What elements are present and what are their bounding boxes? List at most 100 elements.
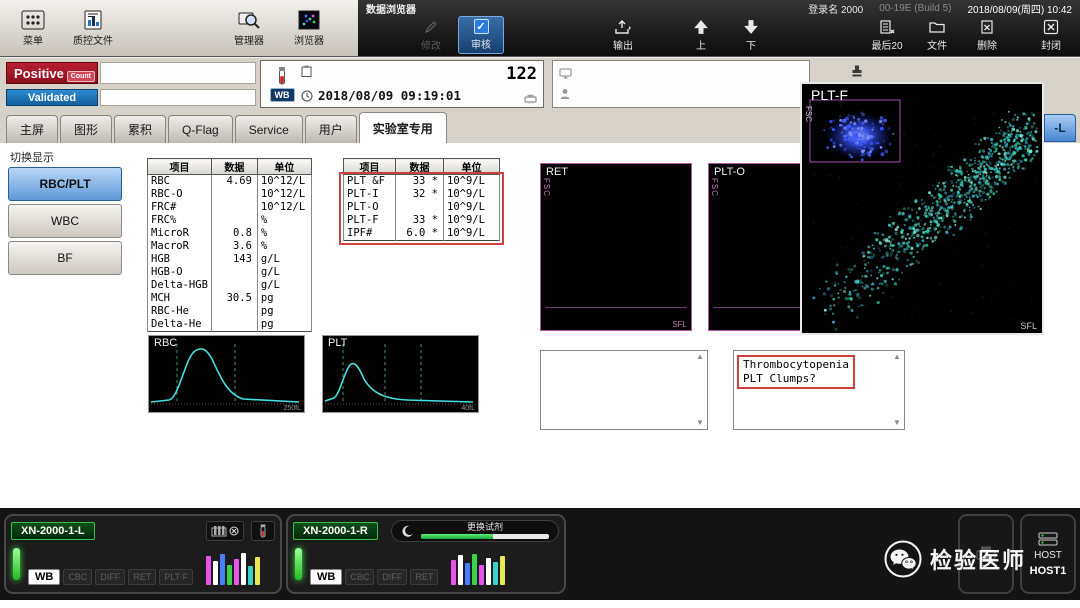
reagent-bar: [241, 553, 246, 585]
action-toolbar: 修改 ✓ 审核 输出 上 下: [358, 16, 1080, 56]
down-button[interactable]: 下: [728, 16, 774, 54]
last20-button[interactable]: 最后20: [864, 16, 910, 54]
scroll-down-icon[interactable]: ▼: [694, 418, 706, 428]
review-button[interactable]: ✓ 审核: [458, 16, 504, 54]
reagent-bar: [472, 554, 477, 585]
rbc-histogram[interactable]: RBC 250fL: [148, 335, 305, 413]
qc-file-icon: [81, 10, 105, 30]
modify-label: 修改: [421, 37, 441, 52]
sample-mode-badge: WB: [270, 88, 295, 102]
login-name: 登录名 2000: [808, 1, 863, 16]
reagent-level-bars: [206, 551, 260, 585]
reagent-bar: [234, 559, 239, 585]
sampler-status-button[interactable]: [206, 521, 244, 541]
status-field-empty: [100, 62, 256, 84]
sample-number: 122: [506, 64, 537, 84]
review-check-icon: ✓: [474, 19, 489, 34]
cell: 10^9/L: [444, 201, 500, 214]
col-header-unit: 单位: [257, 159, 311, 175]
sidebar-item-wbc[interactable]: WBC: [8, 204, 122, 238]
cell: [211, 318, 257, 332]
tab-main[interactable]: 主屏: [6, 115, 58, 143]
file-icon: [929, 19, 945, 35]
table-row: HGB-Og/L: [148, 266, 312, 279]
cell: [211, 214, 257, 227]
channel-cbc: CBC: [63, 569, 92, 585]
output-button[interactable]: 输出: [600, 16, 646, 54]
reagent-level-bars: [451, 551, 505, 585]
scroll-up-icon[interactable]: ▲: [694, 352, 706, 362]
clock: 2018/08/09(周四) 10:42: [967, 1, 1072, 16]
host-connection-button[interactable]: HOST HOST1: [1020, 514, 1076, 594]
plt-f-scattergram-popup[interactable]: PLT-F FSC SFL: [800, 82, 1044, 335]
plt-histogram[interactable]: PLT 40fL: [322, 335, 479, 413]
launcher-toolbar: 菜单 质控文件 管理器 浏览器: [0, 0, 358, 56]
browser-button[interactable]: 浏览器: [280, 2, 338, 54]
cell: PLT-O: [344, 201, 396, 214]
file-label: 文件: [927, 37, 947, 52]
unit-left-name-badge[interactable]: XN-2000-1-L: [11, 522, 95, 540]
sample-tube-icon: [276, 66, 288, 86]
menu-label: 菜单: [23, 32, 43, 47]
tab-user[interactable]: 用户: [305, 115, 357, 143]
tab-graph[interactable]: 图形: [60, 115, 112, 143]
cell: RBC-He: [148, 305, 212, 318]
analyzer-tab-stub[interactable]: -L: [1044, 114, 1076, 142]
scroll-up-icon[interactable]: ▲: [891, 352, 903, 362]
table-row: MacroR3.6%: [148, 240, 312, 253]
tab-qflag[interactable]: Q-Flag: [168, 115, 233, 143]
close-button[interactable]: 封闭: [1028, 16, 1074, 54]
positive-label: Positive: [14, 66, 64, 81]
browser-label: 浏览器: [294, 32, 324, 47]
cell: 10^9/L: [444, 227, 500, 241]
ret-baseline: [545, 307, 687, 308]
cell: [211, 188, 257, 201]
clock-icon: [301, 90, 313, 102]
analyzer-unit-right-panel: XN-2000-1-R 更换试剂 WB CBC DIFF RET: [286, 514, 566, 594]
cell: 10^12/L: [257, 175, 311, 189]
plt-f-popup-title: PLT-F: [811, 87, 848, 103]
qc-file-button[interactable]: 质控文件: [64, 2, 122, 54]
cell: %: [257, 214, 311, 227]
replace-reagent-button[interactable]: 更换试剂: [391, 520, 559, 542]
flag-line-2: PLT Clumps?: [743, 372, 849, 386]
cell: %: [257, 240, 311, 253]
wechat-watermark: 检验医师: [884, 540, 1026, 578]
tab-cumulative[interactable]: 累积: [114, 115, 166, 143]
channel-diff: DIFF: [377, 569, 407, 585]
host-server-icon: [1038, 532, 1058, 546]
scroll-down-icon[interactable]: ▼: [891, 418, 903, 428]
modify-button[interactable]: 修改: [408, 16, 454, 54]
file-button[interactable]: 文件: [914, 16, 960, 54]
cell: Delta-He: [148, 318, 212, 332]
cell: 33 *: [396, 175, 444, 189]
up-button[interactable]: 上: [678, 16, 724, 54]
cell: Delta-HGB: [148, 279, 212, 292]
channel-ret: RET: [410, 569, 438, 585]
tab-lab-exclusive[interactable]: 实验室专用: [359, 112, 447, 143]
table-row: Delta-Hepg: [148, 318, 312, 332]
cell: 10^12/L: [257, 201, 311, 214]
sample-info-panel: WB 2018/08/09 09:19:01 122: [260, 60, 544, 108]
channel-cbc: CBC: [345, 569, 374, 585]
review-label: 审核: [471, 36, 491, 51]
reagent-bar: [206, 556, 211, 585]
sidebar-item-rbc-plt[interactable]: RBC/PLT: [8, 167, 122, 201]
menu-button[interactable]: 菜单: [4, 2, 62, 54]
rbc-histogram-title: RBC: [154, 337, 177, 349]
tab-service[interactable]: Service: [235, 115, 303, 143]
sidebar-item-bf[interactable]: BF: [8, 241, 122, 275]
plt-histogram-xmax: 40fL: [461, 405, 475, 412]
manager-button[interactable]: 管理器: [220, 2, 278, 54]
cell: MCH: [148, 292, 212, 305]
analyzer-unit-left-panel: XN-2000-1-L WB CBC DIFF RET PLT-F: [4, 514, 282, 594]
ip-message-box: ▲ ▼: [540, 350, 708, 430]
ret-scattergram[interactable]: RET FSC SFL: [540, 163, 692, 331]
unit-right-name-badge[interactable]: XN-2000-1-R: [293, 522, 378, 540]
delete-button[interactable]: 删除: [964, 16, 1010, 54]
unit-left-mode-badge: WB: [28, 569, 60, 585]
reagent-bar: [220, 554, 225, 585]
manual-tube-button[interactable]: [251, 521, 275, 541]
wechat-icon: [884, 540, 922, 578]
cell: 6.0 *: [396, 227, 444, 241]
